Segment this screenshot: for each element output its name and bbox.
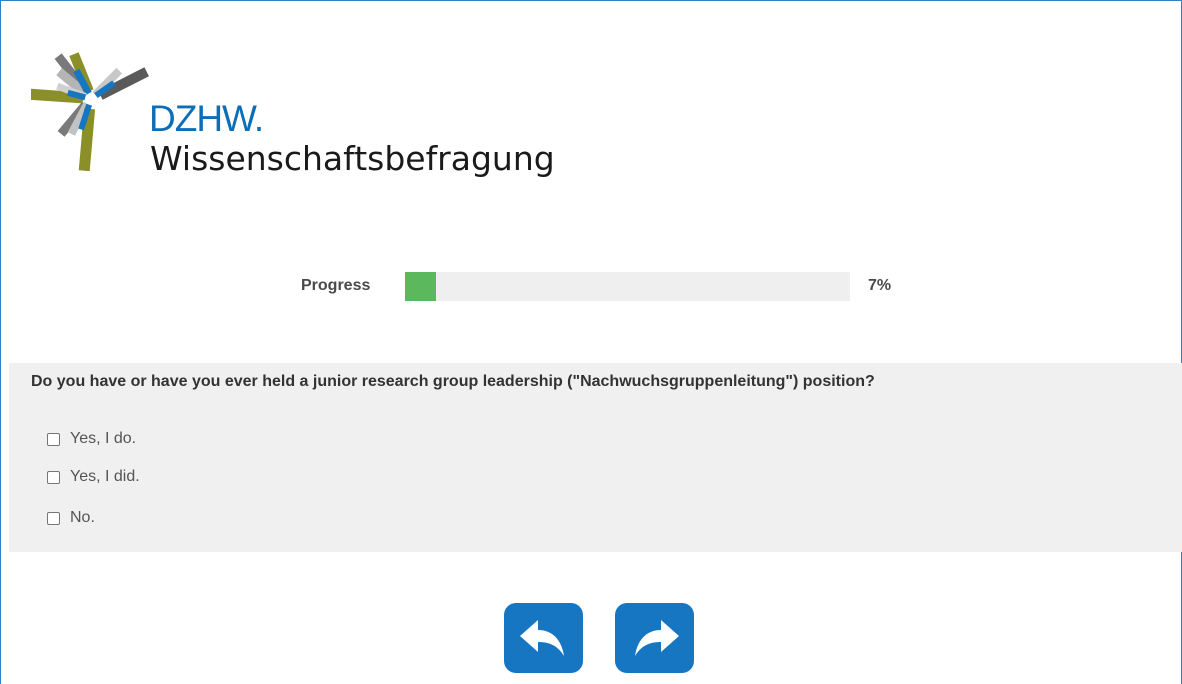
checkbox-yes-i-did[interactable] bbox=[47, 470, 60, 484]
option-label: Yes, I did. bbox=[70, 468, 140, 485]
logo-abbreviation: DZHW. bbox=[149, 98, 264, 139]
progress-label: Progress bbox=[301, 277, 371, 294]
progress-percentage: 7% bbox=[868, 277, 892, 294]
progress-section: Progress 7% bbox=[1, 271, 1182, 301]
checkbox-no[interactable] bbox=[47, 511, 60, 525]
checkbox-yes-i-do[interactable] bbox=[47, 432, 60, 446]
arrow-back-icon bbox=[520, 620, 564, 656]
option-label: No. bbox=[70, 509, 95, 526]
next-button[interactable] bbox=[615, 603, 694, 673]
option-yes-i-did[interactable]: Yes, I did. bbox=[47, 467, 140, 487]
logo-title: Wissenschaftsbefragung bbox=[150, 139, 555, 178]
option-label: Yes, I do. bbox=[70, 430, 137, 447]
option-no[interactable]: No. bbox=[47, 508, 95, 528]
question-panel: Do you have or have you ever held a juni… bbox=[9, 363, 1182, 552]
logo-burst-icon bbox=[31, 52, 149, 172]
dzhw-logo: DZHW. Wissenschaftsbefragung bbox=[31, 27, 591, 187]
arrow-forward-icon bbox=[635, 620, 679, 656]
survey-page: DZHW. Wissenschaftsbefragung Progress 7%… bbox=[0, 0, 1182, 684]
option-yes-i-do[interactable]: Yes, I do. bbox=[47, 429, 136, 449]
question-text: Do you have or have you ever held a juni… bbox=[31, 373, 875, 390]
back-button[interactable] bbox=[504, 603, 583, 673]
progress-bar bbox=[405, 272, 850, 301]
progress-bar-fill bbox=[405, 272, 437, 301]
